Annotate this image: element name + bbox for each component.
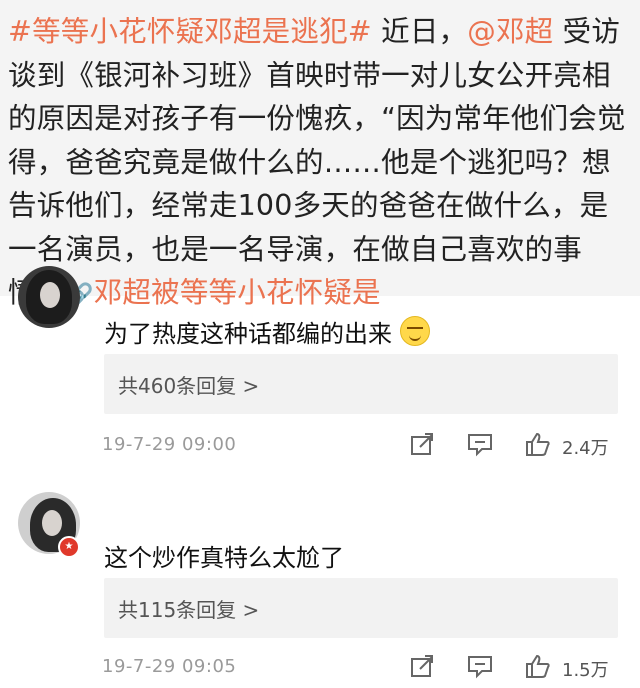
thumbs-up-icon[interactable] [524,430,552,458]
share-icon[interactable] [408,652,436,680]
thumbs-up-icon[interactable] [524,652,552,680]
comment-footer: 19-7-29 09:05 1.5万 [0,648,640,688]
post-text: #等等小花怀疑邓超是逃犯# 近日，@邓超 受访谈到《银河补习班》首映时带一对儿女… [8,10,632,318]
comment-footer: 19-7-29 09:00 2.4万 [0,426,640,466]
share-icon[interactable] [408,430,436,458]
quoted-post: #等等小花怀疑邓超是逃犯# 近日，@邓超 受访谈到《银河补习班》首映时带一对儿女… [0,0,640,309]
comment-timestamp: 19-7-29 09:05 [102,656,237,677]
topic-link[interactable]: #等等小花怀疑邓超是逃犯# [8,15,372,48]
comment-icon[interactable] [466,652,494,680]
reply-count-button[interactable]: 共115条回复 > [104,578,618,638]
post-body-1: 近日， [371,15,468,48]
grimace-emoji [400,316,430,346]
reply-count-button[interactable]: 共460条回复 > [104,354,618,414]
article-link[interactable]: 邓超被等等小花怀疑是 [94,276,381,309]
comment-timestamp: 19-7-29 09:00 [102,434,237,455]
post-body-2: 受访谈到《银河补习班》首映时带一对儿女公开亮相的原因是对孩子有一份愧疚，“因为常… [8,15,626,309]
comment-icon[interactable] [466,430,494,458]
comment-text: 为了热度这种话都编的出来 [104,314,430,349]
mention-link[interactable]: @邓超 [467,15,553,48]
comment-text: 这个炒作真特么太尬了 [104,544,344,572]
like-count: 1.5万 [562,660,609,681]
like-count: 2.4万 [562,438,609,459]
reply-count-label: 共460条回复 > [118,374,260,398]
reply-count-label: 共115条回复 > [118,598,260,622]
verified-badge-icon: ★ [58,536,80,558]
avatar[interactable] [18,266,80,328]
